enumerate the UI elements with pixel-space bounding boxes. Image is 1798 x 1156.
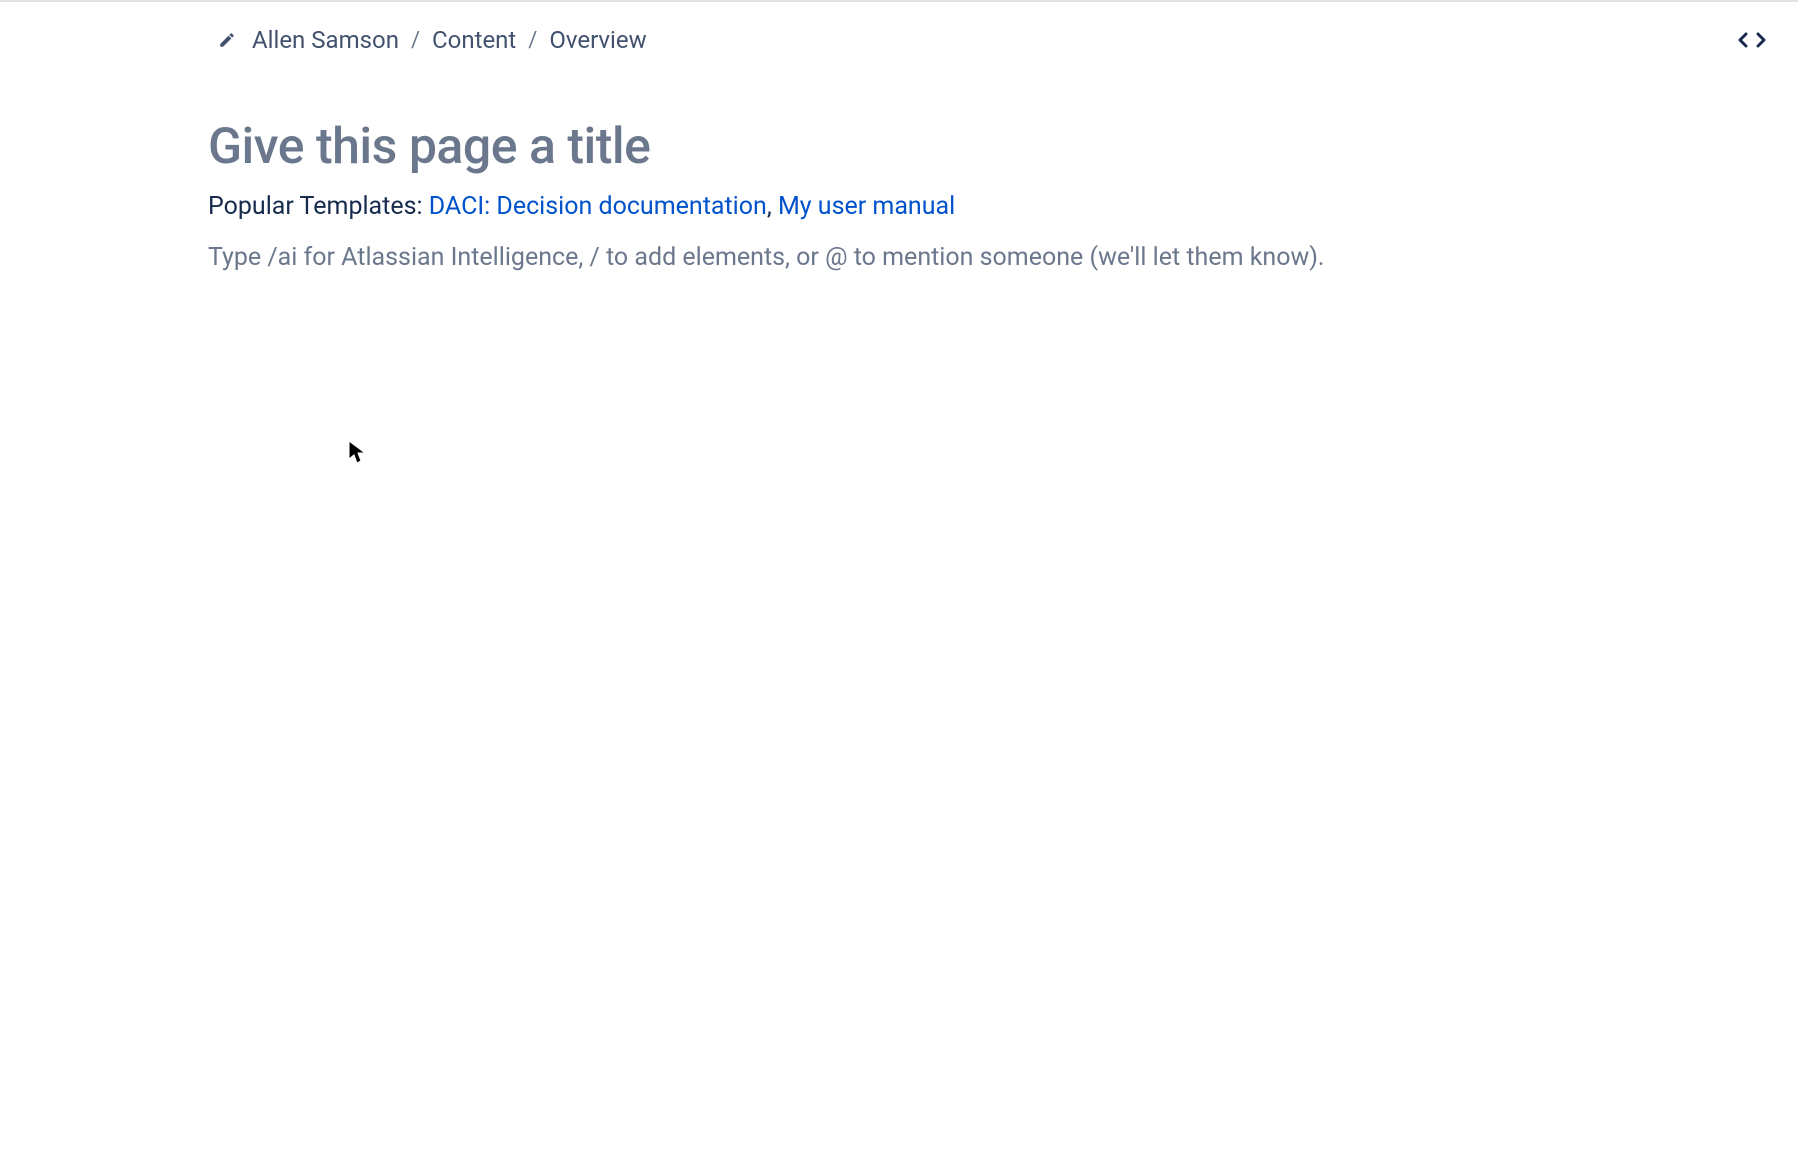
page-title-input[interactable]: Give this page a title [208, 120, 1758, 175]
edit-icon[interactable] [218, 31, 236, 49]
template-link-daci[interactable]: DACI: Decision documentation [429, 192, 767, 221]
breadcrumb: Allen Samson / Content / Overview [218, 26, 647, 54]
breadcrumb-item-space[interactable]: Allen Samson [252, 26, 399, 54]
breadcrumb-item-content[interactable]: Content [432, 26, 516, 54]
templates-label: Popular Templates: [208, 192, 429, 221]
editor-body-input[interactable]: Type /ai for Atlassian Intelligence, / t… [208, 240, 1758, 275]
breadcrumb-item-overview[interactable]: Overview [549, 26, 646, 54]
page-header: Allen Samson / Content / Overview [0, 2, 1798, 54]
editor-content: Give this page a title Popular Templates… [208, 120, 1798, 275]
mouse-cursor-icon [348, 440, 368, 466]
breadcrumb-separator: / [411, 28, 420, 53]
breadcrumb-separator: / [528, 28, 537, 53]
templates-suggestion: Popular Templates: DACI: Decision docume… [208, 189, 1758, 224]
templates-separator: , [767, 192, 778, 221]
expand-width-icon[interactable] [1738, 30, 1766, 50]
template-link-user-manual[interactable]: My user manual [778, 192, 955, 221]
